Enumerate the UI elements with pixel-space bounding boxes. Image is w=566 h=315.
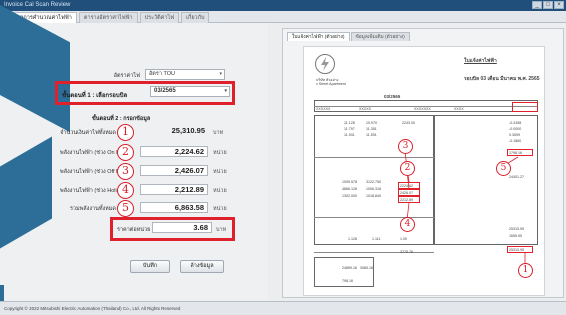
step2-label: ขั้นตอนที่ 2 : กรอกข้อมูล: [92, 116, 151, 122]
input-panel: อัตราค่าไฟ อัตรา TOU ▾ ขั้นตอนที่ 1 : เล…: [0, 0, 268, 309]
off-peak-label: พลังงานไฟฟ้า (ช่วง Off Peak): [60, 169, 131, 175]
maximize-button[interactable]: □: [543, 1, 553, 9]
tab-extra-info[interactable]: ข้อมูลเพิ่มเติม (ตัวอย่าง): [350, 32, 410, 41]
marker-1: 1: [117, 124, 134, 141]
step1-label: ขั้นตอนที่ 1 : เลือกรอบบิล: [62, 93, 128, 99]
charge-value: -0.1860: [509, 139, 522, 143]
charge-value: 24401.27: [509, 175, 524, 179]
total-energy-label: รวมพลังงานทั้งหมด: [69, 206, 116, 212]
invoice-image: ใบแจ้งค่าไฟฟ้า รอบบิล 03 เดือน มีนาคม พ.…: [303, 46, 545, 296]
main-tab-bar: สรุปผลการคำนวณค่าไฟฟ้า ตารางอัตราค่าไฟฟ้…: [0, 11, 566, 23]
clear-button[interactable]: ล้างข้อมูล: [180, 260, 224, 273]
preview-tab-bar: ใบแจ้งค่าไฟฟ้า (ตัวอย่าง) ข้อมูลเพิ่มเติ…: [287, 32, 410, 41]
charge-value: 25315.95: [509, 227, 524, 231]
invoice-marker-1: 1: [518, 263, 533, 278]
total-amount-input[interactable]: 25,310.95: [140, 126, 208, 137]
decorative-shape: [0, 136, 52, 272]
marker-4: 4: [117, 182, 134, 199]
summary-value: 1.00: [400, 237, 407, 241]
on-peak-input[interactable]: 2,224.62: [140, 146, 208, 157]
tab-rates[interactable]: ตารางอัตราค่าไฟฟ้า: [78, 12, 138, 23]
invoice-marker-4: 4: [400, 217, 415, 232]
charge-value: 0.3599: [509, 133, 520, 137]
holiday-label: พลังงานไฟฟ้า (ช่วง Holiday): [60, 188, 128, 194]
divider: [314, 252, 434, 253]
title-bar: Invoice Cal Scan Review _ □ ×: [0, 0, 566, 11]
charge-value: 1655.95: [509, 234, 522, 238]
total-energy-unit: หน่วย: [213, 206, 227, 212]
invoice-marker-3: 3: [398, 139, 413, 154]
charge-value: -0.2458: [509, 121, 522, 125]
total-amount-unit: บาท: [213, 130, 224, 136]
status-bar: Copyright © 2022 Mitsubishi Electric Aut…: [0, 301, 566, 315]
summary-value: 1.111: [372, 237, 381, 241]
app-window: Invoice Cal Scan Review _ □ × สรุปผลการค…: [0, 0, 566, 315]
total-amount-label: จำนวนเงินค่าไฟทั้งหมด: [60, 130, 116, 136]
holiday-unit: หน่วย: [213, 188, 227, 194]
total-amount-highlight: [507, 246, 533, 253]
unit-price-output: 3.68: [152, 222, 212, 233]
billing-cycle-select[interactable]: 03/2565 ▾: [150, 86, 230, 97]
invoice-marker-2: 2: [400, 161, 415, 176]
on-peak-unit: หน่วย: [213, 150, 227, 156]
summary-value: 3775.78: [400, 250, 413, 254]
tab-invoice-sample[interactable]: ใบแจ้งค่าไฟฟ้า (ตัวอย่าง): [287, 32, 350, 41]
total-energy-input[interactable]: 6,863.58: [140, 202, 208, 213]
summary-value: 1.128: [348, 237, 357, 241]
copyright-text: Copyright © 2022 Mitsubishi Electric Aut…: [4, 306, 181, 311]
screenshot-stage: Invoice Cal Scan Review _ □ × สรุปผลการค…: [0, 0, 566, 315]
invoice-preview-panel: ใบแจ้งค่าไฟฟ้า (ตัวอย่าง) ข้อมูลเพิ่มเติ…: [282, 28, 564, 298]
unit-price-label: ราคาต่อหน่วย: [117, 227, 151, 233]
close-button[interactable]: ×: [554, 1, 564, 9]
holiday-input[interactable]: 2,212.89: [140, 184, 208, 195]
save-button[interactable]: บันทึก: [130, 260, 170, 273]
off-peak-unit: หน่วย: [213, 169, 227, 175]
total-energy-highlight: [507, 149, 533, 156]
tab-about[interactable]: เกี่ยวกับ: [181, 12, 210, 23]
summary-value: 798.16: [342, 279, 353, 283]
tariff-select-value: อัตรา TOU: [149, 71, 175, 77]
charge-value: -0.0000: [509, 127, 522, 131]
on-peak-label: พลังงานไฟฟ้า (ช่วง On Peak): [60, 150, 131, 156]
chevron-down-icon: ▾: [219, 71, 222, 77]
billing-cycle-value: 03/2565: [154, 88, 176, 94]
summary-value: 3985.16: [360, 266, 373, 270]
chevron-down-icon: ▾: [224, 88, 227, 94]
minimize-button[interactable]: _: [532, 1, 542, 9]
off-peak-input[interactable]: 2,426.07: [140, 165, 208, 176]
marker-3: 3: [117, 163, 134, 180]
tariff-select[interactable]: อัตรา TOU ▾: [145, 69, 225, 80]
summary-value: 24859.16: [342, 266, 357, 270]
window-title: Invoice Cal Scan Review: [4, 2, 71, 8]
invoice-marker-5: 5: [496, 161, 511, 176]
unit-price-unit: บาท: [216, 227, 227, 233]
window-controls: _ □ ×: [532, 1, 564, 10]
tab-history[interactable]: ประวัติค่าไฟ: [139, 12, 180, 23]
marker-5: 5: [117, 200, 134, 217]
marker-2: 2: [117, 144, 134, 161]
tariff-label: อัตราค่าไฟ: [113, 73, 140, 79]
